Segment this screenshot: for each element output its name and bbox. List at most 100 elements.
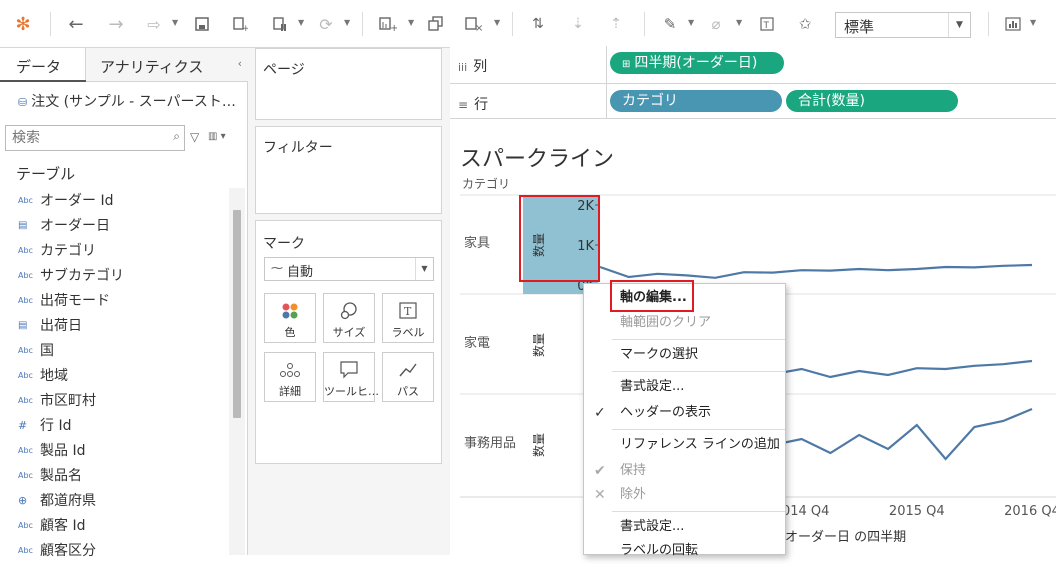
group-icon[interactable]: ⌀ bbox=[706, 12, 726, 36]
collapse-pane-icon[interactable]: ‹ bbox=[238, 57, 242, 70]
new-worksheet-icon[interactable]: + bbox=[376, 12, 400, 36]
field-item[interactable]: Abc 顧客区分 bbox=[18, 538, 96, 562]
redo-icon[interactable]: → bbox=[104, 12, 128, 36]
toolbar-divider bbox=[644, 12, 645, 36]
sort-asc-icon[interactable]: ⇣ bbox=[566, 12, 590, 36]
sparkline-series[interactable] bbox=[599, 263, 1033, 279]
field-item[interactable]: ⊕ 都道府県 bbox=[18, 488, 96, 512]
swap-icon[interactable]: ⇅ bbox=[526, 12, 550, 36]
menu-item-add-reference-line[interactable]: リファレンス ラインの追加 bbox=[584, 432, 785, 458]
menu-item-format[interactable]: 書式設定... bbox=[584, 374, 785, 400]
filter-icon[interactable]: ▽ bbox=[190, 130, 199, 144]
pages-card[interactable]: ページ bbox=[255, 48, 442, 120]
save-icon[interactable] bbox=[190, 12, 214, 36]
search-input[interactable] bbox=[12, 127, 162, 149]
field-item[interactable]: Abc オーダー Id bbox=[18, 188, 113, 212]
mark-size-button[interactable]: サイズ bbox=[323, 293, 375, 343]
menu-item-select-marks[interactable]: マークの選択 bbox=[584, 342, 785, 368]
field-item[interactable]: Abc 出荷モード bbox=[18, 288, 110, 312]
duplicate-icon[interactable] bbox=[424, 12, 448, 36]
highlight-icon[interactable]: ✎ bbox=[660, 12, 680, 36]
pause-icon[interactable] bbox=[268, 12, 292, 36]
show-me-icon[interactable] bbox=[1002, 12, 1024, 36]
field-item[interactable]: Abc カテゴリ bbox=[18, 238, 96, 262]
chevron-down-icon[interactable]: ▼ bbox=[298, 18, 304, 27]
menu-item-clear-axis-range[interactable]: 軸範囲のクリア bbox=[584, 310, 785, 336]
replay-icon[interactable]: ⇨ bbox=[142, 12, 166, 36]
chevron-down-icon[interactable]: ▼ bbox=[948, 13, 970, 37]
chevron-down-icon[interactable]: ▼ bbox=[1030, 18, 1036, 27]
field-search[interactable]: ⌕ bbox=[5, 125, 185, 151]
menu-item-rotate-label-label: ラベルの回転 bbox=[620, 543, 699, 558]
field-item[interactable]: ▤ オーダー日 bbox=[18, 213, 110, 237]
line-mark-icon: ⁓ bbox=[271, 261, 283, 275]
menu-item-format-label: 書式設定... bbox=[620, 379, 685, 394]
check-icon: ✓ bbox=[594, 405, 606, 421]
sort-desc-icon[interactable]: ⇡ bbox=[604, 12, 628, 36]
mark-label-button[interactable]: T ラベル bbox=[382, 293, 434, 343]
datasource-label: 注文 (サンプル - スーパースト… bbox=[31, 94, 236, 110]
x-tick-label: 2015 Q4 bbox=[889, 504, 945, 519]
category-header[interactable]: カテゴリ bbox=[462, 176, 510, 191]
menu-item-keep-only[interactable]: ✔ 保持 bbox=[584, 458, 785, 484]
pages-card-title: ページ bbox=[263, 62, 305, 78]
field-item-label: 製品 Id bbox=[40, 443, 86, 459]
menu-item-rotate-label[interactable]: ラベルの回転 bbox=[584, 538, 785, 564]
label-icon[interactable]: T bbox=[756, 12, 778, 36]
clear-sheet-icon[interactable]: × bbox=[462, 12, 486, 36]
category-row-label[interactable]: 家具 bbox=[464, 235, 490, 251]
view-options-icon[interactable]: ▥ ▾ bbox=[208, 131, 226, 142]
datasource-name[interactable]: ⛁ 注文 (サンプル - スーパースト… bbox=[18, 91, 236, 111]
chevron-down-icon[interactable]: ▼ bbox=[344, 18, 350, 27]
field-item-label: 国 bbox=[40, 343, 54, 359]
chevron-down-icon[interactable]: ▼ bbox=[172, 18, 178, 27]
tableau-logo-icon[interactable]: ✻ bbox=[10, 12, 36, 36]
refresh-icon[interactable]: ⟳ bbox=[314, 12, 338, 36]
columns-shelf-label: 列 bbox=[473, 59, 488, 75]
rows-shelf[interactable]: ≡ 行 カテゴリ 合計(数量) bbox=[450, 84, 1056, 122]
menu-item-format-2[interactable]: 書式設定... bbox=[584, 514, 785, 540]
field-item[interactable]: Abc 顧客 Id bbox=[18, 513, 85, 537]
chevron-down-icon[interactable]: ▼ bbox=[736, 18, 742, 27]
chevron-down-icon[interactable]: ▼ bbox=[408, 18, 414, 27]
columns-shelf[interactable]: iii 列 ⊞ 四半期(オーダー日) bbox=[450, 46, 1056, 84]
tab-data[interactable]: データ bbox=[0, 48, 86, 82]
menu-item-show-header[interactable]: ✓ ヘッダーの表示 bbox=[584, 400, 785, 426]
field-item[interactable]: Abc 国 bbox=[18, 338, 54, 362]
new-datasource-icon[interactable]: + bbox=[228, 12, 252, 36]
field-item[interactable]: Abc 市区町村 bbox=[18, 388, 96, 412]
columns-pill[interactable]: ⊞ 四半期(オーダー日) bbox=[610, 52, 784, 74]
field-item[interactable]: Abc 製品 Id bbox=[18, 438, 85, 462]
tab-analytics[interactable]: アナリティクス ‹ bbox=[86, 48, 248, 82]
field-item[interactable]: Abc 地域 bbox=[18, 363, 68, 387]
mark-detail-button[interactable]: 詳細 bbox=[264, 352, 316, 402]
field-item-label: 顧客区分 bbox=[40, 543, 96, 559]
rows-pill-category[interactable]: カテゴリ bbox=[610, 90, 782, 112]
marks-card: マーク ⁓ 自動 ▼ 色 サイズ T ラベル 詳細 ツールヒ… パス bbox=[255, 220, 442, 464]
search-icon[interactable]: ⌕ bbox=[173, 129, 180, 144]
fit-dropdown[interactable]: 標準 ▼ bbox=[835, 12, 971, 38]
scrollbar-thumb[interactable] bbox=[233, 210, 241, 418]
pin-icon[interactable]: ✩ bbox=[794, 12, 816, 36]
chevron-down-icon[interactable]: ▼ bbox=[494, 18, 500, 27]
field-item[interactable]: # 行 Id bbox=[18, 413, 71, 437]
axis-title[interactable]: 数量 bbox=[531, 333, 546, 357]
filters-card[interactable]: フィルター bbox=[255, 126, 442, 214]
x-axis-title[interactable]: オーダー日 の四半期 bbox=[785, 530, 906, 545]
chevron-down-icon[interactable]: ▼ bbox=[688, 18, 694, 27]
axis-title[interactable]: 数量 bbox=[531, 433, 546, 457]
mark-path-button[interactable]: パス bbox=[382, 352, 434, 402]
rows-pill-quantity[interactable]: 合計(数量) bbox=[786, 90, 958, 112]
mark-color-button[interactable]: 色 bbox=[264, 293, 316, 343]
field-item[interactable]: Abc 製品名 bbox=[18, 463, 82, 487]
category-row-label[interactable]: 事務用品 bbox=[464, 436, 516, 451]
chevron-down-icon[interactable]: ▼ bbox=[415, 258, 433, 280]
mark-type-dropdown[interactable]: ⁓ 自動 ▼ bbox=[264, 257, 434, 281]
field-item[interactable]: ▤ 出荷日 bbox=[18, 313, 82, 337]
columns-pill-label: 四半期(オーダー日) bbox=[634, 55, 758, 71]
undo-icon[interactable]: ← bbox=[64, 12, 88, 36]
menu-item-exclude[interactable]: ✕ 除外 bbox=[584, 482, 785, 508]
mark-tooltip-button[interactable]: ツールヒ… bbox=[323, 352, 379, 402]
category-row-label[interactable]: 家電 bbox=[464, 335, 490, 351]
field-item[interactable]: Abc サブカテゴリ bbox=[18, 263, 124, 287]
